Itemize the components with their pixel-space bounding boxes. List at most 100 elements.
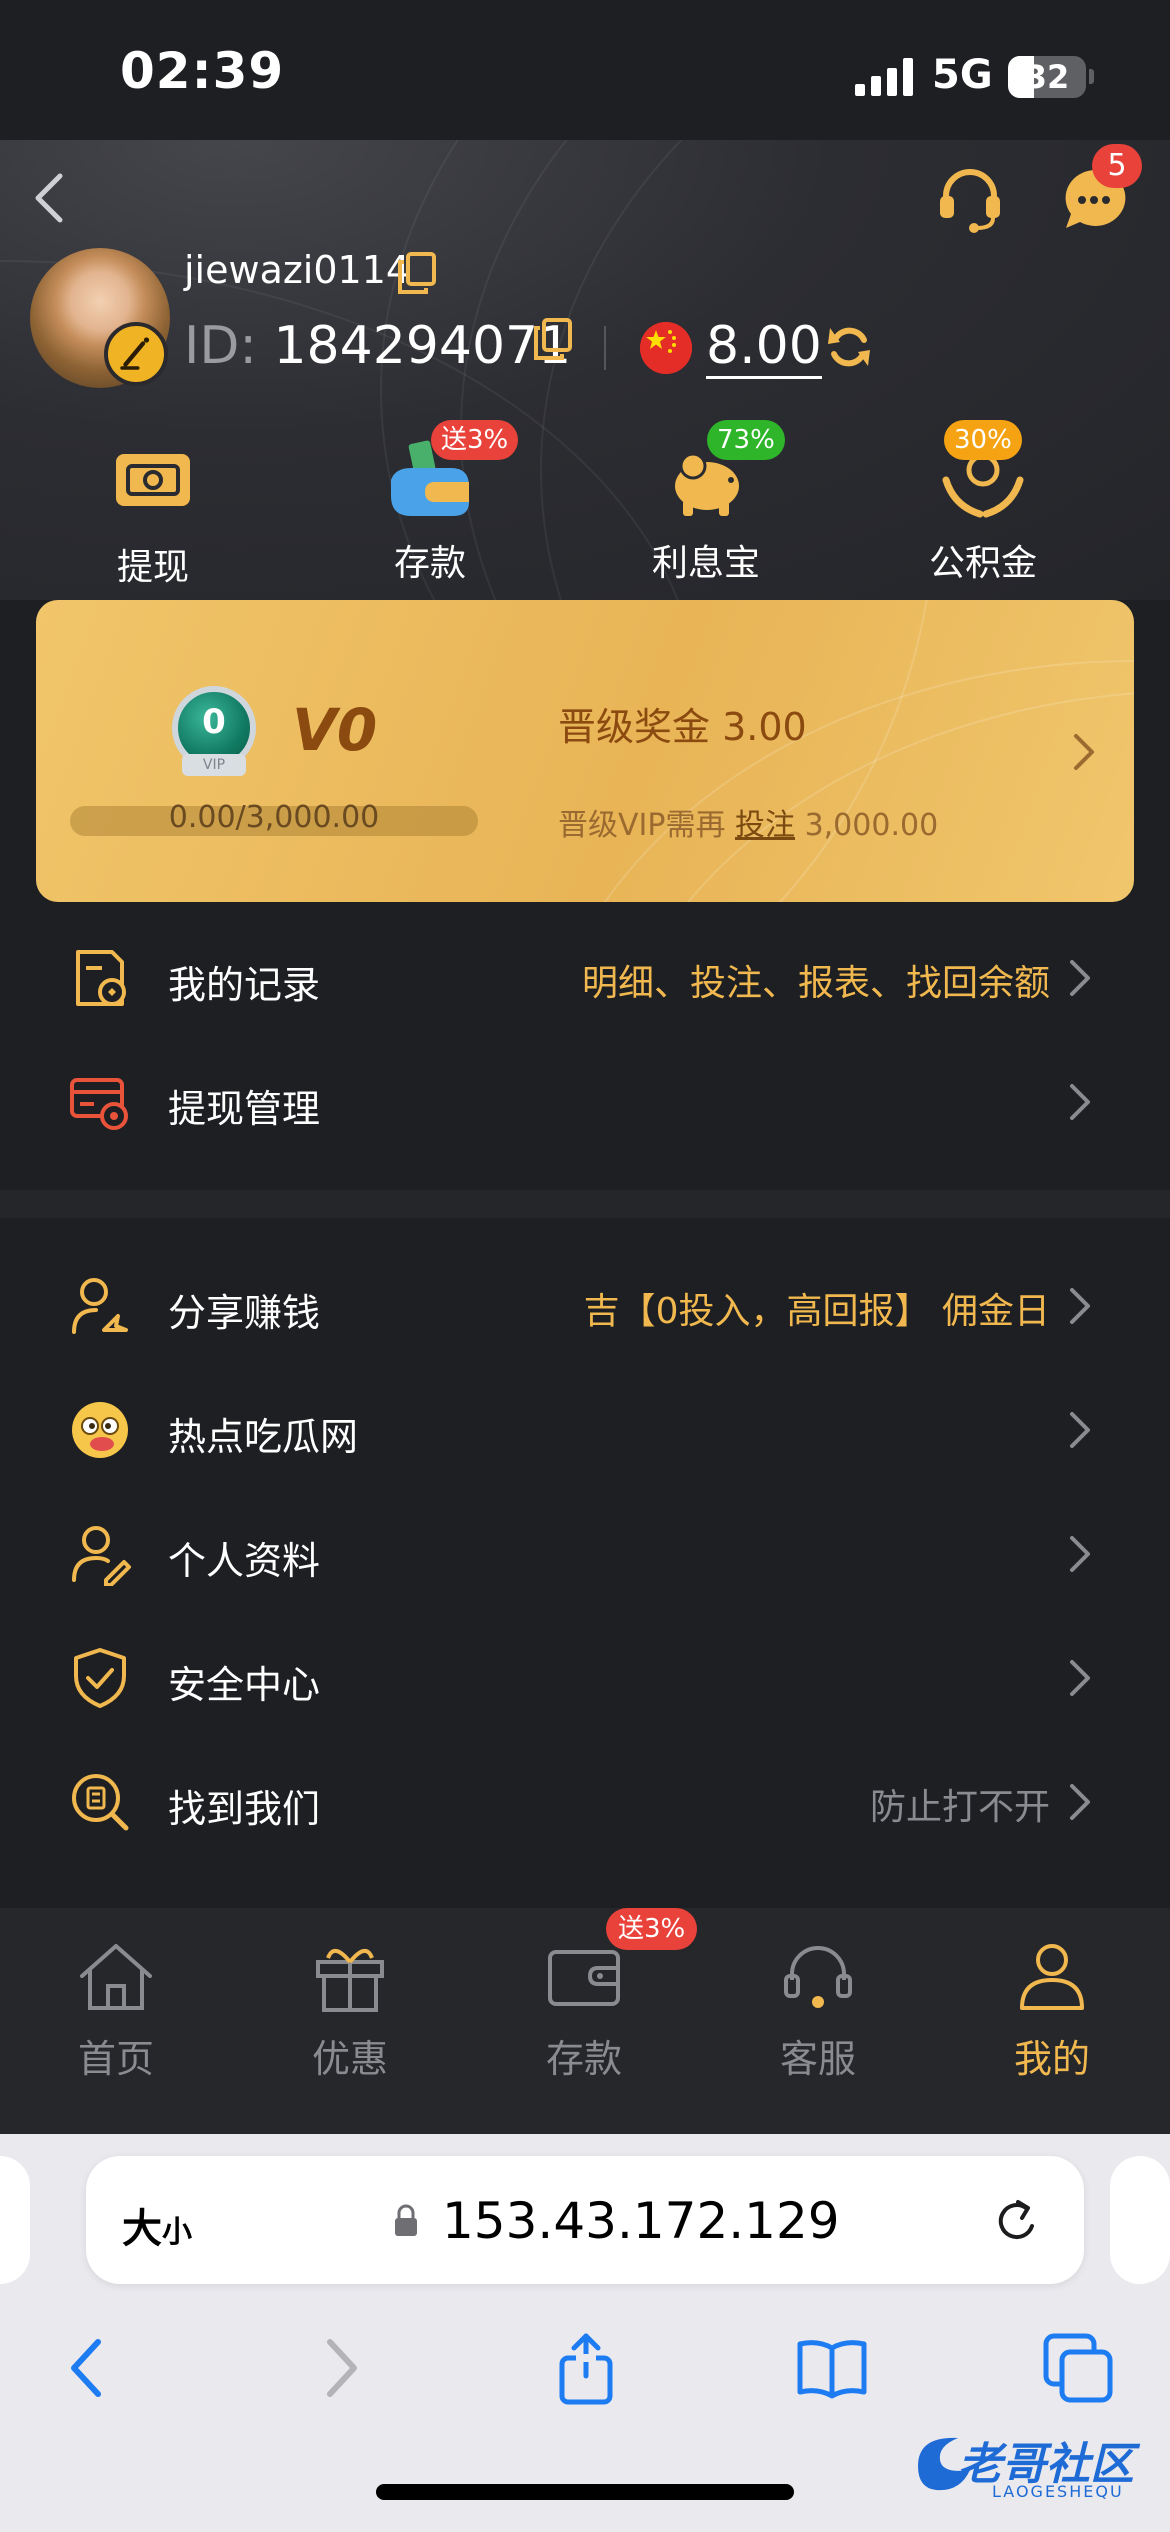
browser-back-icon[interactable] [50, 2330, 126, 2406]
profile-edit-icon [72, 1526, 131, 1586]
balance-amount[interactable]: 8.00 [706, 316, 822, 379]
vip-bonus-label: 晋级奖金 [558, 705, 711, 749]
chevron-right-icon [1070, 1784, 1090, 1820]
text-size-big: 大 [122, 2206, 162, 2252]
tab-label: 我的 [1013, 2037, 1090, 2081]
status-time: 02:39 [120, 42, 285, 100]
shield-icon [74, 1648, 126, 1708]
battery-icon: 32 [1008, 56, 1086, 98]
copy-username-icon[interactable] [396, 252, 436, 296]
vip-need-prefix: 晋级VIP需再 [558, 808, 726, 843]
quick-action-label: 利息宝 [651, 543, 760, 584]
records-icon [76, 950, 126, 1006]
menu-item-label: 安全中心 [168, 1663, 321, 1707]
wallet-icon [548, 1950, 620, 2006]
menu-item-label: 个人资料 [168, 1539, 321, 1583]
tab-mine[interactable]: 我的 [962, 1938, 1142, 2083]
status-bar: 02:39 5G 32 [0, 0, 1170, 140]
menu-item-profile[interactable]: 个人资料 [0, 1492, 1170, 1616]
tab-promotions[interactable]: 优惠 [260, 1938, 440, 2083]
menu-item-marquee: 吉【0投入，高回报】 佣金日 [583, 1291, 1050, 1332]
bookmarks-icon[interactable] [794, 2330, 870, 2406]
tab-home[interactable]: 首页 [26, 1938, 206, 2083]
home-indicator[interactable] [376, 2484, 794, 2500]
vip-medal-icon: 0 VIP [172, 686, 256, 776]
url-text[interactable]: 153.43.172.129 [442, 2192, 840, 2250]
vip-bonus: 晋级奖金 3.00 [558, 696, 807, 751]
menu-item-share[interactable]: 分享赚钱 吉【0投入，高回报】 佣金日 [0, 1244, 1170, 1368]
menu-item-withdraw-management[interactable]: 提现管理 [0, 1040, 1170, 1164]
text-size-small: 小 [162, 2215, 192, 2250]
card-settings-icon [70, 1078, 128, 1130]
china-flag-icon [640, 322, 692, 374]
person-icon [1020, 1944, 1084, 2010]
menu-item-value: 防止打不开 [869, 1787, 1050, 1828]
tab-label: 客服 [779, 2037, 856, 2081]
vip-bet-link[interactable]: 投注 [735, 808, 795, 843]
bottom-tab-bar: 首页 优惠 存款 送3% 客服 我的 [0, 1908, 1170, 2134]
signal-icon [855, 58, 915, 96]
chevron-right-icon [1074, 734, 1094, 770]
next-tab-peek[interactable] [1110, 2156, 1170, 2284]
vip-medal-text: VIP [182, 754, 246, 776]
username: jiewazi0114 [184, 248, 411, 292]
text-size-button[interactable]: 大小 [122, 2196, 192, 2254]
vip-requirement: 晋级VIP需再 投注 3,000.00 [558, 800, 938, 844]
message-count-badge: 5 [1092, 144, 1142, 188]
address-bar[interactable]: 大小 153.43.172.129 [86, 2156, 1084, 2284]
menu-item-label: 分享赚钱 [168, 1291, 321, 1335]
edit-avatar-icon[interactable] [104, 322, 168, 386]
tab-deposit[interactable]: 存款 [494, 1938, 674, 2083]
menu-item-records[interactable]: 我的记录 明细、投注、报表、找回余额 [0, 916, 1170, 1040]
back-chevron-icon[interactable] [30, 168, 70, 228]
deposit-bonus-badge: 送3% [431, 420, 519, 460]
watermark-logo: 老哥社区 LAOGESHEQU [908, 2422, 1158, 2506]
home-icon [80, 1944, 152, 2010]
deposit-tab-badge: 送3% [606, 1908, 698, 1950]
headset-icon [784, 1946, 852, 2008]
chevron-right-icon [1070, 960, 1090, 996]
previous-tab-peek[interactable] [0, 2156, 30, 2284]
section-divider [0, 1190, 1170, 1218]
menu-item-find-us[interactable]: 找到我们 防止打不开 [0, 1740, 1170, 1864]
chevron-right-icon [1070, 1660, 1090, 1696]
lock-icon [395, 2204, 417, 2236]
menu-item-security[interactable]: 安全中心 [0, 1616, 1170, 1740]
share-user-icon [72, 1278, 128, 1334]
gift-icon [316, 1949, 384, 2012]
chevron-right-icon [1070, 1412, 1090, 1448]
vip-medal-number: 0 [202, 702, 226, 742]
tab-label: 存款 [545, 2037, 622, 2081]
quick-action-label: 存款 [393, 543, 466, 584]
quick-action-fund[interactable]: 30% 公积金 [883, 420, 1083, 586]
vip-progress-text: 0.00/3,000.00 [168, 800, 380, 835]
customer-service-icon[interactable] [934, 162, 1006, 234]
divider [604, 326, 606, 370]
reload-icon[interactable] [992, 2196, 1042, 2248]
vip-card[interactable]: 0 VIP V0 0.00/3,000.00 晋级奖金 3.00 晋级VIP需再… [36, 600, 1134, 902]
interest-rate-badge: 73% [707, 420, 785, 460]
menu-item-label: 热点吃瓜网 [168, 1415, 359, 1459]
chevron-right-icon [1070, 1536, 1090, 1572]
menu-item-label: 我的记录 [168, 963, 321, 1007]
menu-item-hot-news[interactable]: 热点吃瓜网 [0, 1368, 1170, 1492]
share-icon[interactable] [548, 2330, 624, 2406]
quick-action-withdraw[interactable]: 提现 [53, 440, 253, 590]
watermark-subtext: LAOGESHEQU [992, 2482, 1124, 2501]
quick-action-deposit[interactable]: 送3% 存款 [330, 420, 530, 586]
menu-item-label: 提现管理 [168, 1087, 321, 1131]
battery-level: 32 [1024, 58, 1070, 96]
tab-customer-service[interactable]: 客服 [728, 1938, 908, 2083]
battery-nub [1089, 69, 1094, 84]
chevron-right-icon [1070, 1084, 1090, 1120]
quick-action-label: 提现 [116, 547, 189, 588]
menu-item-value: 明细、投注、报表、找回余额 [581, 963, 1050, 1004]
tabs-icon[interactable] [1040, 2330, 1116, 2406]
quick-action-label: 公积金 [928, 543, 1037, 584]
refresh-balance-icon[interactable] [824, 322, 874, 372]
vip-bonus-value: 3.00 [722, 705, 807, 749]
tab-label: 优惠 [311, 2037, 388, 2081]
copy-id-icon[interactable] [532, 318, 572, 362]
browser-forward-icon[interactable] [302, 2330, 378, 2406]
quick-action-interest[interactable]: 73% 利息宝 [606, 420, 806, 586]
